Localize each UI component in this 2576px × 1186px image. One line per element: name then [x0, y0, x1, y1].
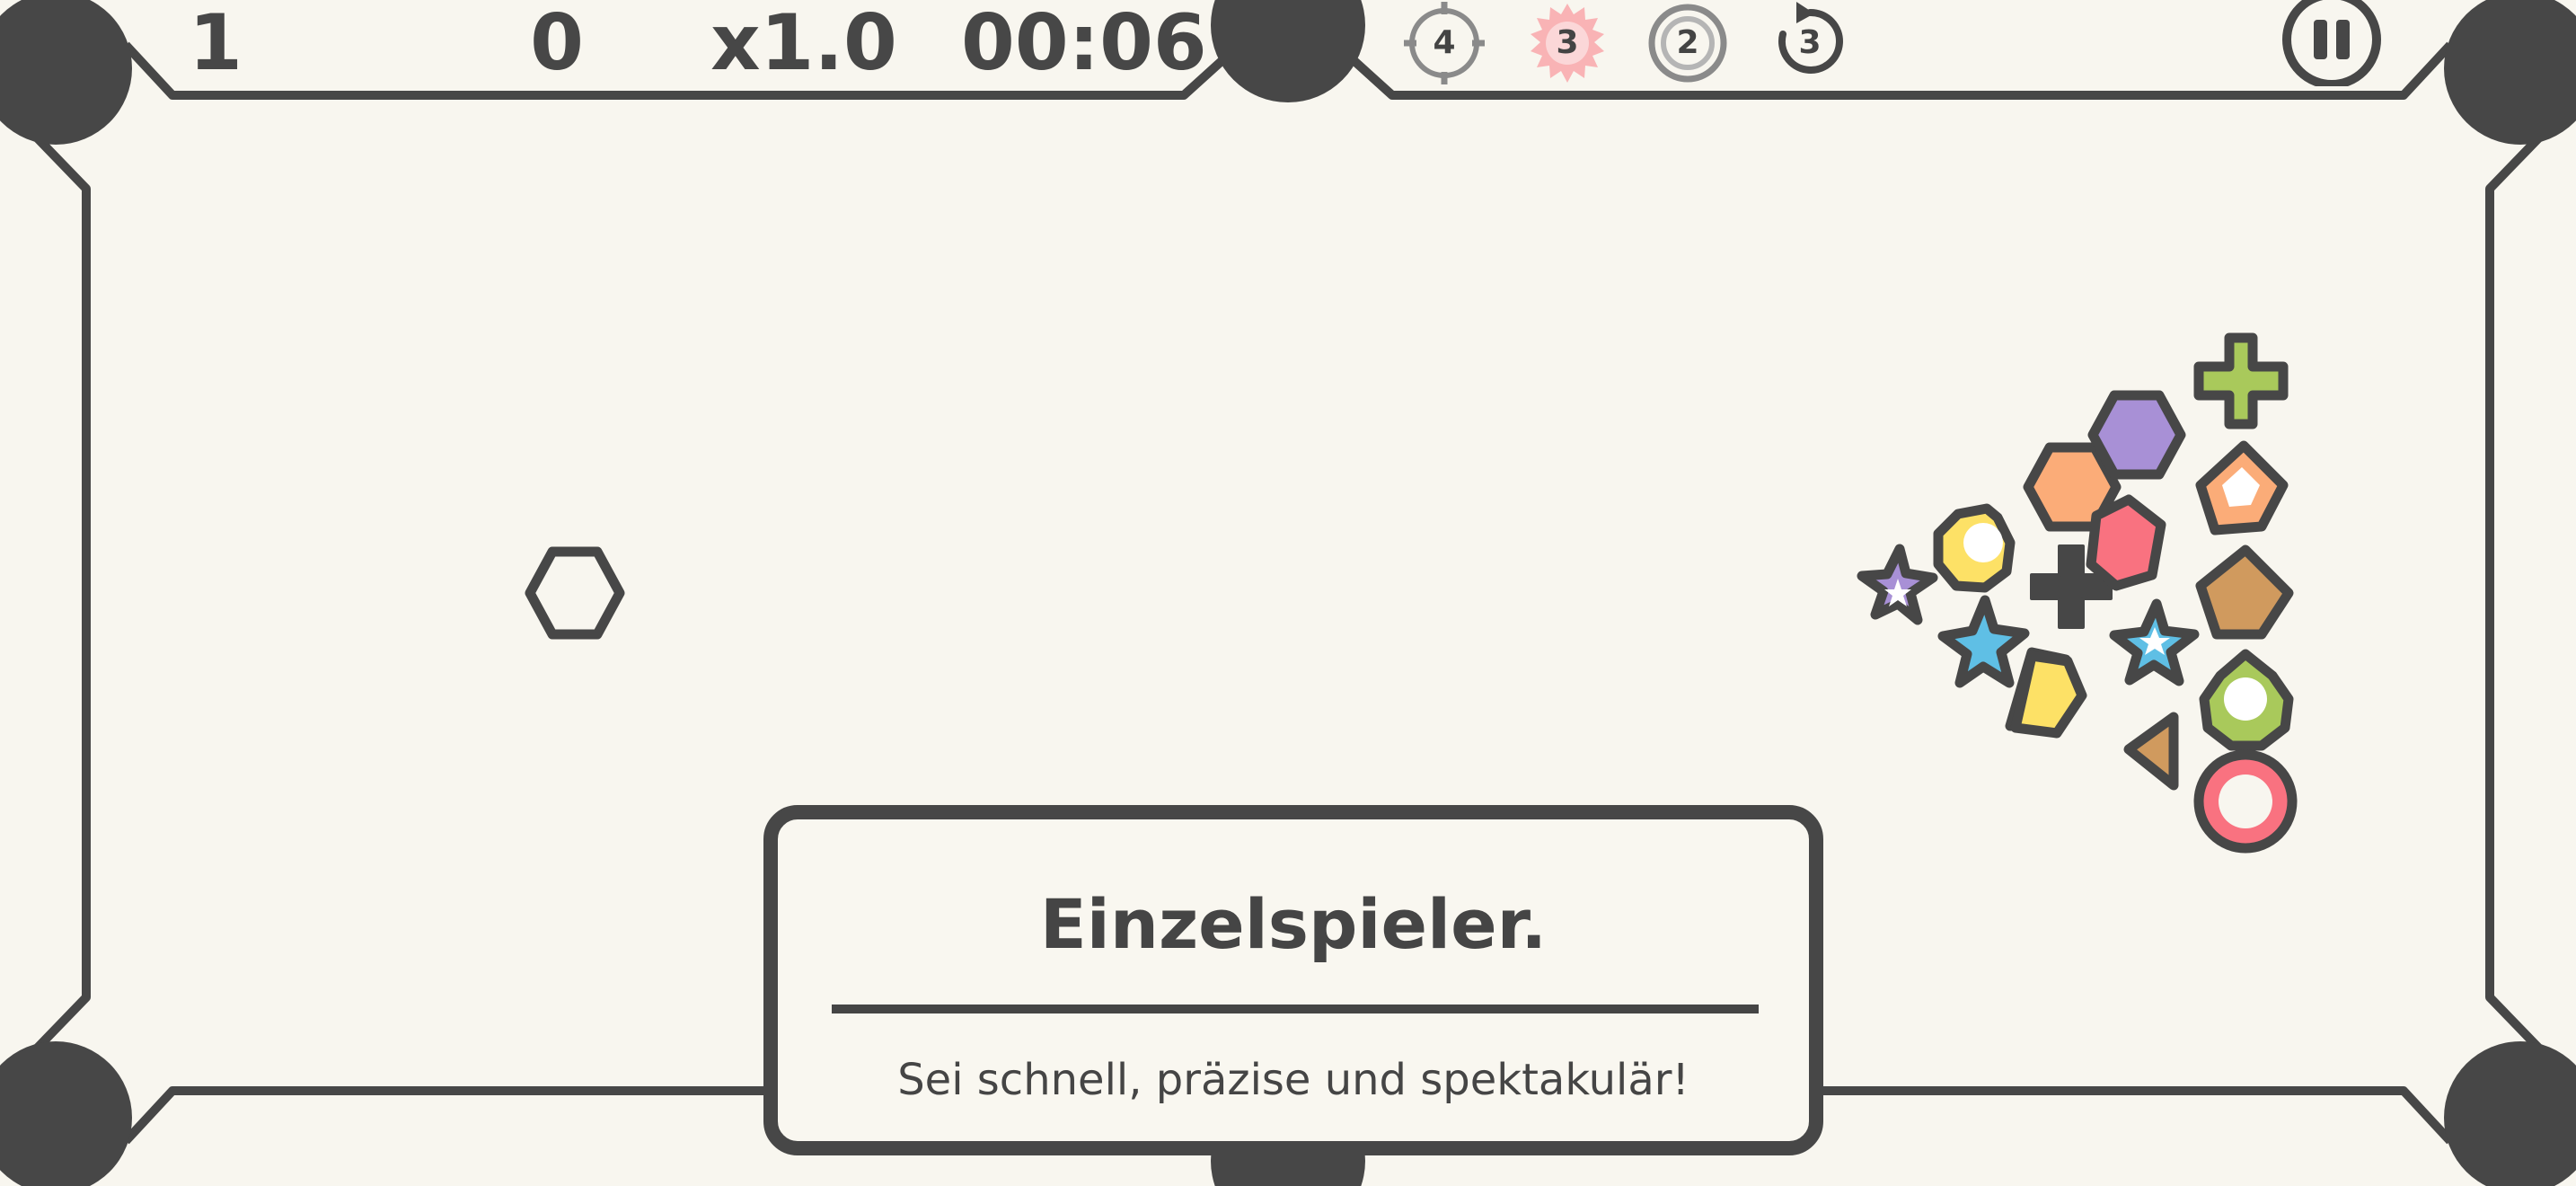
rail-left — [31, 131, 91, 1055]
ring-powerup-count: 2 — [1676, 24, 1699, 61]
panel-title: Einzelspieler. — [1039, 884, 1548, 964]
panel-divider — [832, 1005, 1759, 1013]
pocket-top-middle — [1211, 0, 1365, 102]
undo-powerup[interactable]: 3 — [1769, 0, 1850, 86]
timer-display: 00:06 — [961, 0, 1207, 88]
panel-subtitle: Sei schnell, präzise und spektakulär! — [897, 1055, 1689, 1105]
mode-info-panel: Einzelspieler. Sei schnell, präzise und … — [763, 805, 1823, 1155]
pocket-top-right — [2444, 0, 2576, 145]
undo-powerup-count: 3 — [1798, 24, 1822, 61]
score-counter: 0 — [530, 0, 584, 88]
pocket-top-left — [0, 0, 132, 145]
pocket-bottom-right — [2444, 1041, 2576, 1186]
target-powerup-count: 4 — [1433, 24, 1456, 61]
pause-icon — [2282, 0, 2381, 89]
rail-right — [2485, 131, 2545, 1055]
pocket-bottom-left — [0, 1041, 132, 1186]
target-powerup[interactable]: 4 — [1404, 0, 1485, 86]
pause-button[interactable] — [2278, 0, 2386, 89]
level-counter: 1 — [189, 0, 243, 88]
ring-powerup[interactable]: 2 — [1647, 0, 1728, 86]
burst-powerup-count: 3 — [1556, 24, 1579, 61]
multiplier-display: x1.0 — [710, 0, 897, 88]
burst-powerup[interactable]: 3 — [1527, 0, 1608, 86]
